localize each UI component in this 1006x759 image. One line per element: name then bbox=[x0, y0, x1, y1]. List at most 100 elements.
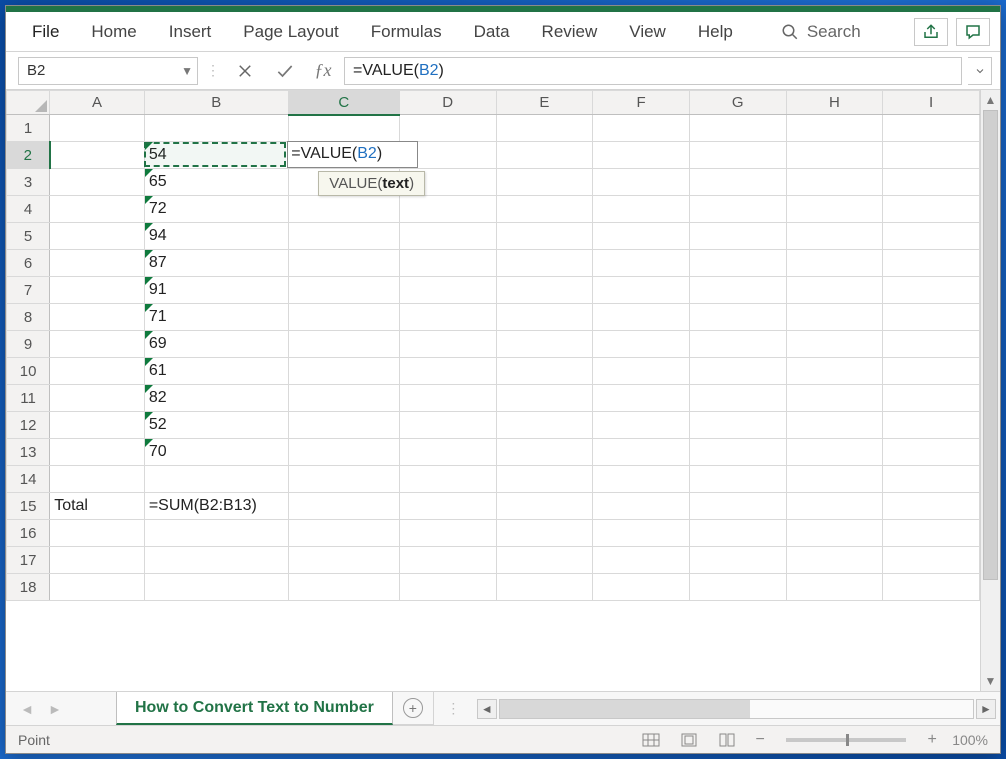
sheet-tab-active[interactable]: How to Convert Text to Number bbox=[116, 692, 393, 725]
cell-B18[interactable] bbox=[144, 574, 288, 601]
cell-B11[interactable]: 82 bbox=[144, 385, 288, 412]
horizontal-scrollbar[interactable]: ◄ ► bbox=[473, 692, 1000, 725]
cell-A11[interactable] bbox=[50, 385, 145, 412]
row-header-11[interactable]: 11 bbox=[7, 385, 50, 412]
cell-D18[interactable] bbox=[399, 574, 496, 601]
view-normal-button[interactable] bbox=[638, 730, 664, 750]
select-all-corner[interactable] bbox=[7, 91, 50, 115]
cell-A7[interactable] bbox=[50, 277, 145, 304]
column-header-D[interactable]: D bbox=[399, 91, 496, 115]
cell-B4[interactable]: 72 bbox=[144, 196, 288, 223]
ribbon-tab-home[interactable]: Home bbox=[77, 16, 150, 48]
cell-D13[interactable] bbox=[399, 439, 496, 466]
scroll-left-icon[interactable]: ◄ bbox=[477, 699, 497, 719]
cell-G6[interactable] bbox=[689, 250, 786, 277]
cell-E8[interactable] bbox=[496, 304, 593, 331]
cell-F8[interactable] bbox=[593, 304, 690, 331]
cell-F17[interactable] bbox=[593, 547, 690, 574]
cell-F5[interactable] bbox=[593, 223, 690, 250]
cell-A4[interactable] bbox=[50, 196, 145, 223]
cell-I7[interactable] bbox=[883, 277, 980, 304]
cell-H1[interactable] bbox=[786, 115, 883, 142]
zoom-thumb[interactable] bbox=[846, 734, 849, 746]
cell-G16[interactable] bbox=[689, 520, 786, 547]
view-page-layout-button[interactable] bbox=[676, 730, 702, 750]
cell-D15[interactable] bbox=[399, 493, 496, 520]
cell-I4[interactable] bbox=[883, 196, 980, 223]
cell-E4[interactable] bbox=[496, 196, 593, 223]
ribbon-tab-data[interactable]: Data bbox=[460, 16, 524, 48]
cell-A18[interactable] bbox=[50, 574, 145, 601]
cell-E7[interactable] bbox=[496, 277, 593, 304]
column-header-F[interactable]: F bbox=[593, 91, 690, 115]
scroll-up-icon[interactable]: ▲ bbox=[981, 90, 1000, 110]
cell-F10[interactable] bbox=[593, 358, 690, 385]
enter-button[interactable] bbox=[268, 57, 302, 85]
row-header-15[interactable]: 15 bbox=[7, 493, 50, 520]
cell-E12[interactable] bbox=[496, 412, 593, 439]
cell-H3[interactable] bbox=[786, 169, 883, 196]
cell-I8[interactable] bbox=[883, 304, 980, 331]
cell-H2[interactable] bbox=[786, 142, 883, 169]
cell-E1[interactable] bbox=[496, 115, 593, 142]
column-header-H[interactable]: H bbox=[786, 91, 883, 115]
cell-E17[interactable] bbox=[496, 547, 593, 574]
cell-C15[interactable] bbox=[288, 493, 399, 520]
cell-D6[interactable] bbox=[399, 250, 496, 277]
cell-E6[interactable] bbox=[496, 250, 593, 277]
cell-A6[interactable] bbox=[50, 250, 145, 277]
cell-C10[interactable] bbox=[288, 358, 399, 385]
zoom-slider[interactable] bbox=[786, 738, 906, 742]
row-header-3[interactable]: 3 bbox=[7, 169, 50, 196]
row-header-16[interactable]: 16 bbox=[7, 520, 50, 547]
sheet-nav[interactable]: ◄ ► bbox=[6, 692, 76, 725]
fx-label[interactable]: ƒx bbox=[308, 60, 338, 81]
cell-F12[interactable] bbox=[593, 412, 690, 439]
cell-G9[interactable] bbox=[689, 331, 786, 358]
cell-D17[interactable] bbox=[399, 547, 496, 574]
row-header-5[interactable]: 5 bbox=[7, 223, 50, 250]
cell-F7[interactable] bbox=[593, 277, 690, 304]
cell-H4[interactable] bbox=[786, 196, 883, 223]
cell-A9[interactable] bbox=[50, 331, 145, 358]
new-sheet-button[interactable]: + bbox=[393, 692, 433, 725]
cell-H12[interactable] bbox=[786, 412, 883, 439]
cell-B5[interactable]: 94 bbox=[144, 223, 288, 250]
cell-B14[interactable] bbox=[144, 466, 288, 493]
cell-A5[interactable] bbox=[50, 223, 145, 250]
cell-F1[interactable] bbox=[593, 115, 690, 142]
ribbon-tab-file[interactable]: File bbox=[18, 16, 73, 48]
column-header-C[interactable]: C bbox=[288, 91, 399, 115]
cell-G2[interactable] bbox=[689, 142, 786, 169]
cell-C12[interactable] bbox=[288, 412, 399, 439]
cell-G4[interactable] bbox=[689, 196, 786, 223]
cell-C16[interactable] bbox=[288, 520, 399, 547]
cell-I10[interactable] bbox=[883, 358, 980, 385]
cell-B3[interactable]: 65 bbox=[144, 169, 288, 196]
cell-E11[interactable] bbox=[496, 385, 593, 412]
cell-D14[interactable] bbox=[399, 466, 496, 493]
cell-G13[interactable] bbox=[689, 439, 786, 466]
cell-G8[interactable] bbox=[689, 304, 786, 331]
cell-A14[interactable] bbox=[50, 466, 145, 493]
cell-B7[interactable]: 91 bbox=[144, 277, 288, 304]
cell-I18[interactable] bbox=[883, 574, 980, 601]
cell-B13[interactable]: 70 bbox=[144, 439, 288, 466]
row-header-14[interactable]: 14 bbox=[7, 466, 50, 493]
cell-D11[interactable] bbox=[399, 385, 496, 412]
row-header-12[interactable]: 12 bbox=[7, 412, 50, 439]
cell-H18[interactable] bbox=[786, 574, 883, 601]
cell-G3[interactable] bbox=[689, 169, 786, 196]
cell-A16[interactable] bbox=[50, 520, 145, 547]
row-header-1[interactable]: 1 bbox=[7, 115, 50, 142]
cell-I13[interactable] bbox=[883, 439, 980, 466]
cell-B16[interactable] bbox=[144, 520, 288, 547]
cell-D10[interactable] bbox=[399, 358, 496, 385]
cell-E14[interactable] bbox=[496, 466, 593, 493]
cell-A15[interactable]: Total bbox=[50, 493, 145, 520]
row-header-13[interactable]: 13 bbox=[7, 439, 50, 466]
grid-viewport[interactable]: ABCDEFGHI1254365472594687791871969106111… bbox=[6, 90, 980, 691]
cell-E5[interactable] bbox=[496, 223, 593, 250]
cell-H13[interactable] bbox=[786, 439, 883, 466]
cell-G7[interactable] bbox=[689, 277, 786, 304]
